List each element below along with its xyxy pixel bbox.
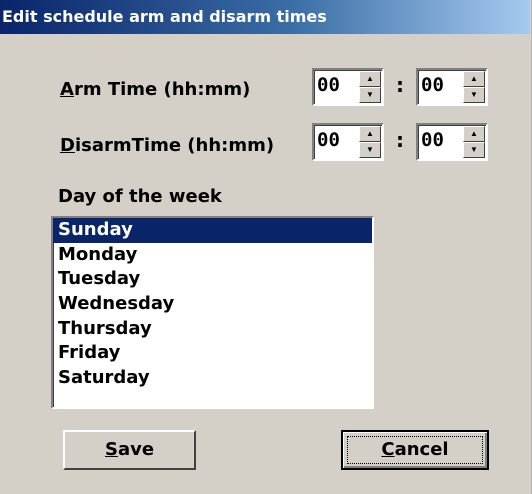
spin-down-arrow-icon[interactable]: ▼ — [463, 87, 485, 103]
list-item-thursday[interactable]: Thursday — [53, 317, 372, 342]
disarm-hours-spinner[interactable]: 00 ▲ ▼ — [312, 123, 384, 161]
spin-down-arrow-icon[interactable]: ▼ — [359, 142, 381, 158]
schedule-dialog: Edit schedule arm and disarm times Arm T… — [0, 0, 532, 494]
arm-time-mnemonic: A — [60, 79, 74, 100]
day-of-week-label: Day of the week — [58, 186, 222, 207]
arm-hours-value[interactable]: 00 — [317, 74, 340, 96]
disarm-minutes-spinner[interactable]: 00 ▲ ▼ — [416, 123, 488, 161]
spin-up-arrow-icon[interactable]: ▲ — [463, 71, 485, 87]
spin-down-arrow-icon[interactable]: ▼ — [463, 142, 485, 158]
spin-up-arrow-icon[interactable]: ▲ — [359, 71, 381, 87]
arm-minutes-value[interactable]: 00 — [421, 74, 444, 96]
time-separator: : — [396, 128, 404, 152]
save-label: ave — [117, 439, 155, 460]
spin-down-arrow-icon[interactable]: ▼ — [359, 87, 381, 103]
arm-minutes-spinner[interactable]: 00 ▲ ▼ — [416, 68, 488, 106]
list-item-wednesday[interactable]: Wednesday — [53, 292, 372, 317]
cancel-label: ancel — [394, 439, 449, 460]
cancel-button[interactable]: Cancel — [341, 430, 489, 470]
arm-time-label-text: rm Time (hh:mm) — [73, 79, 251, 100]
list-item-monday[interactable]: Monday — [53, 243, 372, 268]
list-item-saturday[interactable]: Saturday — [53, 366, 372, 391]
disarm-hours-value[interactable]: 00 — [317, 129, 340, 151]
dialog-title: Edit schedule arm and disarm times — [0, 0, 530, 34]
save-button[interactable]: Save — [63, 430, 196, 470]
day-of-week-listbox[interactable]: Sunday Monday Tuesday Wednesday Thursday… — [51, 216, 374, 409]
cancel-mnemonic: C — [381, 439, 395, 460]
list-item-friday[interactable]: Friday — [53, 341, 372, 366]
disarm-time-label: DisarmTime (hh:mm) — [60, 135, 274, 156]
spin-up-arrow-icon[interactable]: ▲ — [463, 126, 485, 142]
list-item-sunday[interactable]: Sunday — [53, 218, 372, 243]
time-separator: : — [396, 73, 404, 97]
disarm-time-mnemonic: D — [60, 135, 75, 156]
arm-hours-spinner[interactable]: 00 ▲ ▼ — [312, 68, 384, 106]
spin-up-arrow-icon[interactable]: ▲ — [359, 126, 381, 142]
list-item-tuesday[interactable]: Tuesday — [53, 267, 372, 292]
save-mnemonic: S — [104, 439, 118, 460]
arm-time-label: Arm Time (hh:mm) — [60, 79, 250, 100]
disarm-time-label-text: isarmTime (hh:mm) — [74, 135, 275, 156]
disarm-minutes-value[interactable]: 00 — [421, 129, 444, 151]
